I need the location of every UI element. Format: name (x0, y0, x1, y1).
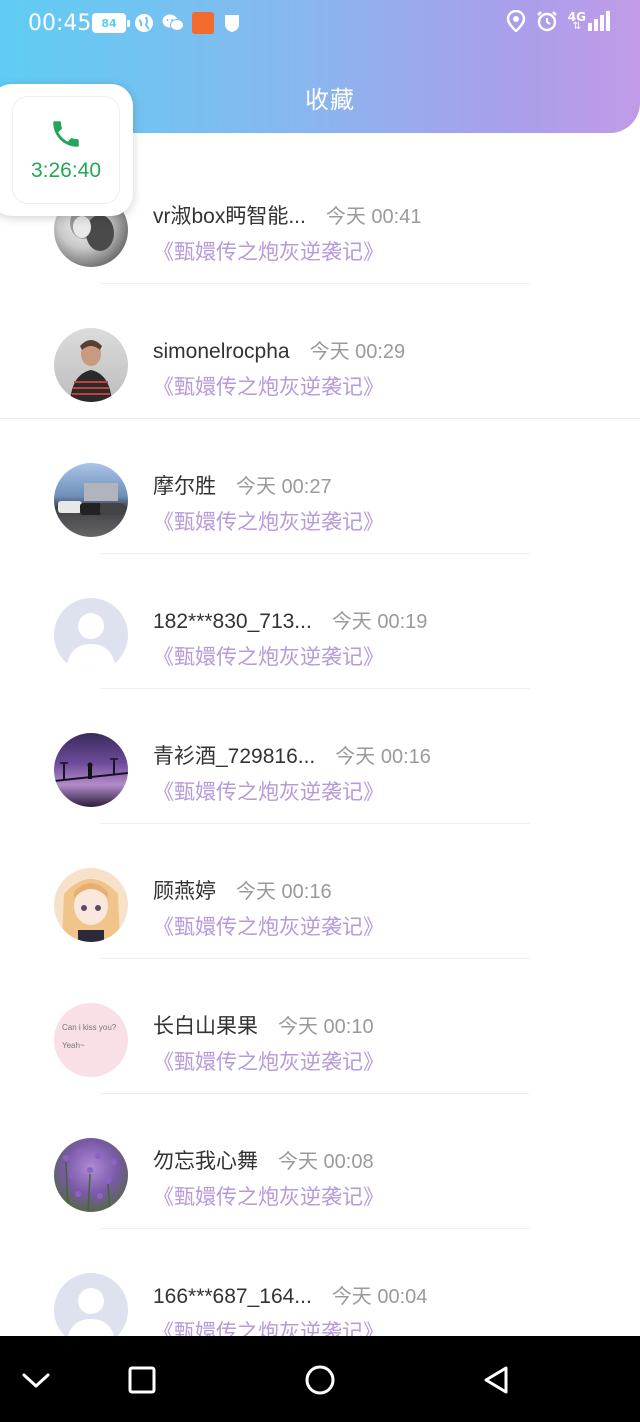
item-time: 今天 00:41 (325, 206, 422, 228)
item-book-link[interactable]: 《甄嬛传之炮灰逆袭记》 (153, 641, 384, 671)
item-name: 182***830_713... (153, 610, 312, 633)
avatar[interactable] (54, 868, 128, 942)
item-book-link[interactable]: 《甄嬛传之炮灰逆袭记》 (153, 506, 384, 536)
item-time: 今天 00:27 (236, 476, 332, 498)
list-item[interactable]: simonelrocpha 今天 00:29 《甄嬛传之炮灰逆袭记》 (0, 285, 640, 420)
item-name-row: vr淑box眄智能... 今天 00:41 (153, 200, 421, 230)
recents-icon[interactable] (122, 1360, 162, 1400)
battery-level: 84 (101, 16, 117, 30)
globe-icon (135, 14, 153, 32)
default-avatar-icon (66, 613, 116, 672)
phone-icon (53, 121, 79, 147)
item-name: 顾燕婷 (153, 880, 216, 903)
avatar[interactable] (54, 1138, 128, 1212)
divider (100, 283, 530, 284)
man-striped-shirt-photo (70, 340, 112, 402)
item-name-row: 顾燕婷 今天 00:16 (153, 875, 332, 905)
item-name-row: 166***687_164... 今天 00:04 (153, 1280, 427, 1309)
list-item[interactable]: 182***830_713... 今天 00:19 《甄嬛传之炮灰逆袭记》 (0, 555, 640, 690)
divider (100, 553, 530, 554)
status-time: 00:45 (28, 11, 92, 36)
item-book-link[interactable]: 《甄嬛传之炮灰逆袭记》 (153, 371, 384, 401)
item-book-link[interactable]: 《甄嬛传之炮灰逆袭记》 (153, 1181, 384, 1211)
item-name: 长白山果果 (153, 1015, 258, 1038)
purple-night-photo (54, 758, 128, 782)
item-time: 今天 00:08 (278, 1151, 374, 1173)
avatar[interactable] (54, 733, 128, 807)
divider (100, 823, 530, 824)
item-name: vr淑box眄智能... (153, 205, 306, 228)
cars-photo (58, 483, 124, 515)
mail-app-icon (192, 12, 214, 34)
call-widget-inner[interactable]: 3:26:40 (12, 96, 120, 204)
avatar-text-2: Yeah~ (62, 1041, 85, 1050)
item-book-link[interactable]: 《甄嬛传之炮灰逆袭记》 (153, 911, 384, 941)
alarm-icon (536, 11, 557, 32)
location-icon (506, 10, 525, 32)
home-icon[interactable] (300, 1360, 340, 1400)
item-time: 今天 00:16 (236, 881, 332, 903)
signal-icon: 4G ⇅ (568, 11, 610, 32)
divider (100, 688, 530, 689)
back-chevron-icon[interactable] (16, 1360, 56, 1400)
item-name: simonelrocpha (153, 340, 290, 363)
item-name-row: 182***830_713... 今天 00:19 (153, 605, 427, 634)
item-name-row: 长白山果果 今天 00:10 (153, 1010, 374, 1040)
item-book-link[interactable]: 《甄嬛传之炮灰逆袭记》 (153, 236, 384, 266)
avatar[interactable] (54, 463, 128, 537)
item-time: 今天 00:16 (335, 746, 431, 768)
list-item[interactable]: 顾燕婷 今天 00:16 《甄嬛传之炮灰逆袭记》 (0, 825, 640, 960)
back-triangle-icon[interactable] (476, 1360, 516, 1400)
item-name: 摩尔胜 (153, 475, 216, 498)
battery-icon: 84 (92, 13, 130, 33)
item-name: 166***687_164... (153, 1285, 312, 1308)
lavender-photo (63, 1149, 117, 1212)
item-name-row: 青衫酒_729816... 今天 00:16 (153, 740, 431, 770)
item-time: 今天 00:04 (331, 1286, 428, 1308)
item-time: 今天 00:19 (331, 611, 428, 633)
item-time: 今天 00:10 (278, 1016, 374, 1038)
avatar[interactable]: Can i kiss you? Yeah~ (54, 1003, 128, 1077)
avatar[interactable] (54, 598, 128, 672)
system-nav-bar (0, 1336, 640, 1422)
divider (100, 1093, 530, 1094)
avatar-text-1: Can i kiss you? (62, 1023, 117, 1032)
avatar[interactable] (54, 328, 128, 402)
anime-girl-photo (62, 879, 120, 942)
item-name: 青衫酒_729816... (153, 745, 316, 768)
divider (100, 958, 530, 959)
item-name: 勿忘我心舞 (153, 1150, 258, 1173)
wechat-icon (162, 14, 184, 31)
item-name-row: 摩尔胜 今天 00:27 (153, 470, 332, 500)
status-bar: 00:45 84 4G ⇅ (0, 0, 640, 50)
list-item[interactable]: 摩尔胜 今天 00:27 《甄嬛传之炮灰逆袭记》 (0, 420, 640, 555)
shield-icon (225, 15, 239, 32)
list-item[interactable]: Can i kiss you? Yeah~ 长白山果果 今天 00:10 《甄嬛传… (0, 960, 640, 1095)
list-item[interactable]: 勿忘我心舞 今天 00:08 《甄嬛传之炮灰逆袭记》 (0, 1095, 640, 1230)
item-name-row: simonelrocpha 今天 00:29 (153, 335, 405, 364)
ongoing-call-widget[interactable]: 3:26:40 (0, 84, 133, 216)
divider (0, 418, 640, 419)
item-name-row: 勿忘我心舞 今天 00:08 (153, 1145, 374, 1175)
item-book-link[interactable]: 《甄嬛传之炮灰逆袭记》 (153, 776, 384, 806)
divider (100, 1228, 530, 1229)
list-item[interactable]: 青衫酒_729816... 今天 00:16 《甄嬛传之炮灰逆袭记》 (0, 690, 640, 825)
call-timer: 3:26:40 (30, 159, 102, 182)
item-time: 今天 00:29 (309, 341, 406, 363)
item-book-link[interactable]: 《甄嬛传之炮灰逆袭记》 (153, 1046, 384, 1076)
